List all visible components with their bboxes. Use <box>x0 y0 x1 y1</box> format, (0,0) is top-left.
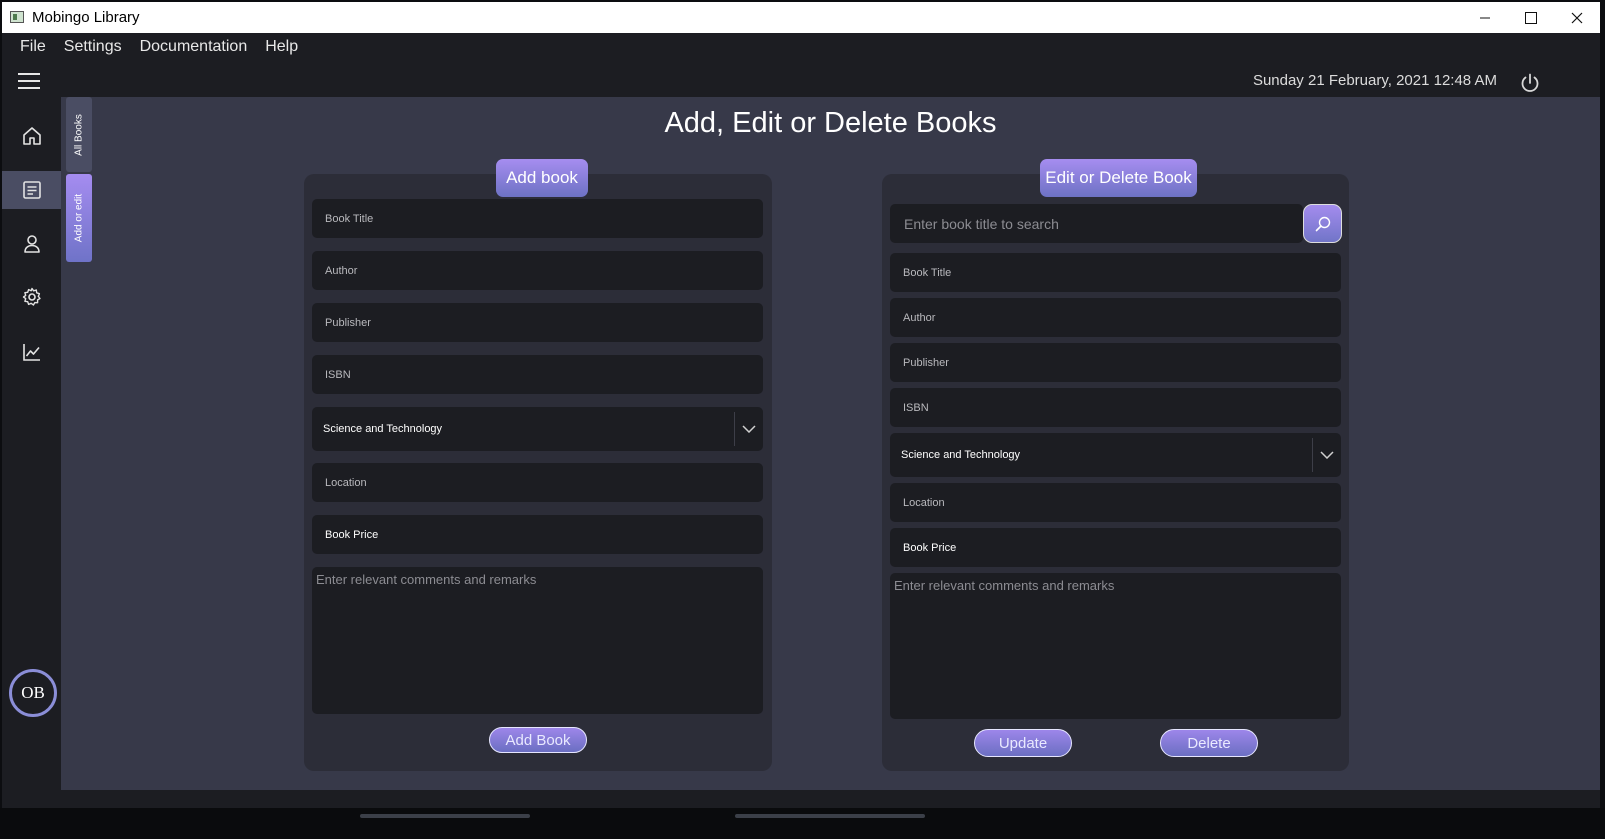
edit-publisher-field[interactable]: Publisher <box>890 343 1341 382</box>
update-button[interactable]: Update <box>974 729 1072 757</box>
page-title: Add, Edit or Delete Books <box>664 107 997 139</box>
search-icon <box>1315 216 1330 231</box>
book-title-field[interactable]: Book Title <box>312 199 763 238</box>
minimize-icon <box>1480 17 1490 18</box>
book-list-icon <box>22 181 41 199</box>
menu-settings[interactable]: Settings <box>56 38 130 56</box>
close-icon <box>1571 12 1583 23</box>
avatar[interactable]: OB <box>9 669 57 717</box>
comments-textarea[interactable]: Enter relevant comments and remarks <box>312 567 763 714</box>
author-field[interactable]: Author <box>312 251 763 290</box>
hamburger-menu-icon[interactable] <box>18 70 40 92</box>
power-button[interactable] <box>1519 72 1541 94</box>
edit-author-field[interactable]: Author <box>890 298 1341 337</box>
sidebar-item-settings[interactable] <box>2 278 61 316</box>
user-icon <box>23 235 40 253</box>
home-icon <box>22 127 41 145</box>
app-window: Mobingo Library File Settings Documentat… <box>2 2 1600 808</box>
desktop-background <box>0 808 1605 839</box>
minimize-button[interactable] <box>1462 2 1508 33</box>
menu-bar: File Settings Documentation Help <box>2 33 1600 61</box>
title-bar: Mobingo Library <box>2 2 1600 33</box>
chevron-down-icon[interactable] <box>1312 438 1341 472</box>
menu-documentation[interactable]: Documentation <box>132 38 256 56</box>
edit-book-price-field[interactable]: Book Price <box>890 528 1341 567</box>
sidebar-item-books[interactable] <box>2 171 61 209</box>
app-icon <box>10 11 24 23</box>
category-select[interactable]: Science and Technology <box>312 407 763 451</box>
edit-category-select-value: Science and Technology <box>901 449 1021 461</box>
sidebar-item-home[interactable] <box>2 117 61 155</box>
search-button[interactable] <box>1303 204 1342 243</box>
edit-isbn-field[interactable]: ISBN <box>890 388 1341 427</box>
datetime-label: Sunday 21 February, 2021 12:48 AM <box>1252 72 1497 89</box>
edit-book-panel: Edit or Delete Book Enter book title to … <box>882 159 1349 771</box>
chart-icon <box>22 344 40 361</box>
delete-button[interactable]: Delete <box>1160 729 1258 757</box>
edit-location-field[interactable]: Location <box>890 483 1341 522</box>
power-icon <box>1521 73 1539 92</box>
menu-help[interactable]: Help <box>257 38 306 56</box>
menu-file[interactable]: File <box>12 38 54 56</box>
edit-category-select[interactable]: Science and Technology <box>890 433 1341 477</box>
edit-book-badge: Edit or Delete Book <box>1040 159 1197 197</box>
close-button[interactable] <box>1554 2 1600 33</box>
sidebar: OB <box>2 97 61 808</box>
sidebar-item-reports[interactable] <box>2 333 61 371</box>
maximize-icon <box>1525 11 1537 24</box>
gear-icon <box>22 287 41 306</box>
location-field[interactable]: Location <box>312 463 763 502</box>
add-book-panel: Add book Book Title Author Publisher ISB… <box>304 159 772 771</box>
isbn-field[interactable]: ISBN <box>312 355 763 394</box>
add-book-badge: Add book <box>496 159 588 197</box>
chevron-down-icon[interactable] <box>734 412 763 446</box>
window-title: Mobingo Library <box>32 9 140 26</box>
add-book-button[interactable]: Add Book <box>489 727 587 753</box>
edit-comments-textarea[interactable]: Enter relevant comments and remarks <box>890 573 1341 719</box>
main-content: All Books Add or edit Add, Edit or Delet… <box>61 97 1600 790</box>
tab-add-or-edit-label: Add or edit <box>73 193 85 243</box>
sidebar-item-users[interactable] <box>2 225 61 263</box>
maximize-button[interactable] <box>1508 2 1554 33</box>
book-price-field[interactable]: Book Price <box>312 515 763 554</box>
search-input[interactable]: Enter book title to search <box>890 204 1303 243</box>
tab-add-or-edit[interactable]: Add or edit <box>66 174 92 262</box>
edit-book-title-field[interactable]: Book Title <box>890 253 1341 292</box>
publisher-field[interactable]: Publisher <box>312 303 763 342</box>
category-select-value: Science and Technology <box>323 423 443 435</box>
